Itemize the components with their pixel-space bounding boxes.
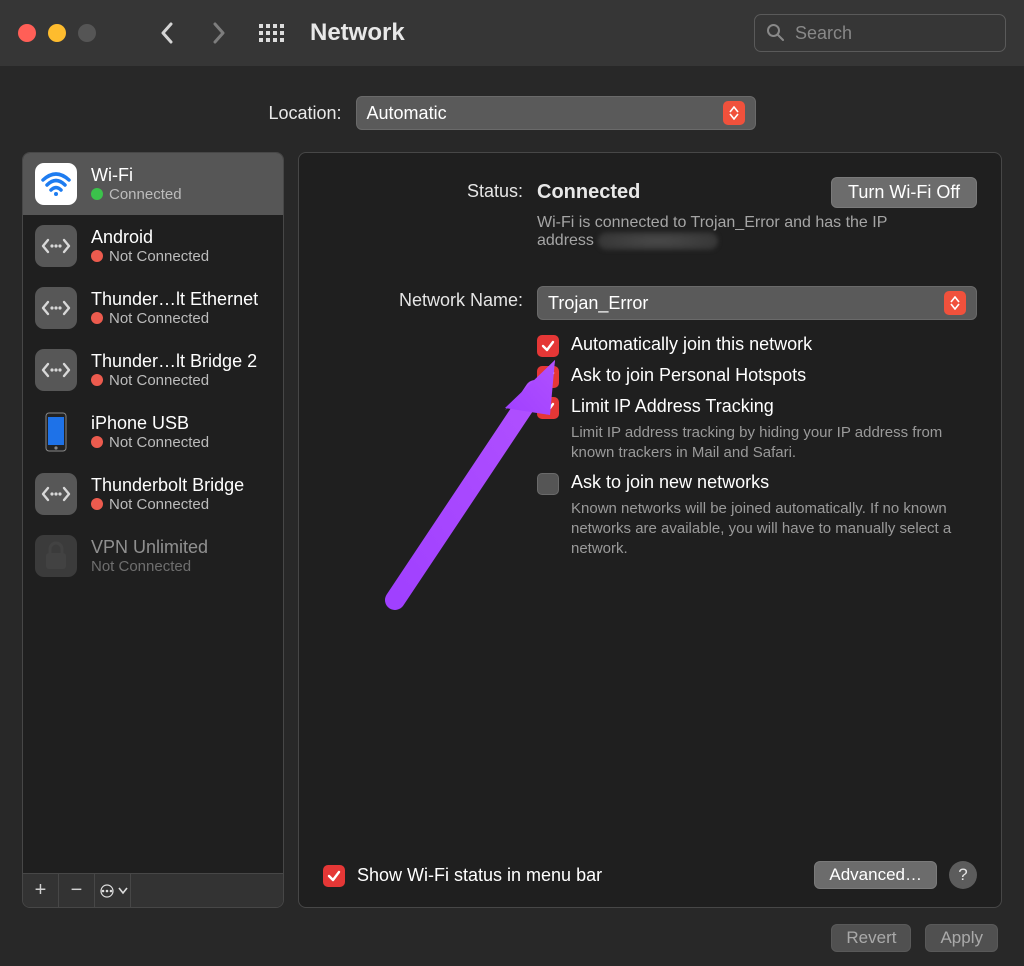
checkbox-sublabel: Known networks will be joined automatica… [571, 499, 971, 560]
window-toolbar: Network [0, 0, 1024, 66]
status-dot-icon [91, 188, 103, 200]
sidebar-item-status: Not Connected [91, 496, 244, 513]
sidebar-item-texts: Wi-FiConnected [91, 165, 182, 203]
forward-button[interactable] [202, 13, 236, 53]
sidebar-item-status: Not Connected [91, 310, 258, 327]
sidebar-item-name: Android [91, 227, 209, 248]
sidebar-item-iphone-usb[interactable]: iPhone USBNot Connected [23, 401, 283, 463]
remove-interface-button[interactable]: − [59, 874, 95, 907]
sidebar-item-vpn-unlimited[interactable]: VPN UnlimitedNot Connected [23, 525, 283, 587]
interface-list: Wi-FiConnectedAndroidNot ConnectedThunde… [23, 153, 283, 873]
checkbox[interactable] [537, 335, 559, 357]
checkbox-sublabel: Limit IP address tracking by hiding your… [571, 423, 971, 464]
status-dot-icon [91, 312, 103, 324]
location-row: Location: Automatic [22, 96, 1002, 130]
grid-icon [259, 24, 284, 42]
sidebar-toolbar-spacer [131, 874, 283, 907]
ether-icon [35, 287, 77, 329]
status-dot-icon [91, 250, 103, 262]
status-value: Connected [537, 181, 640, 204]
network-name-popup[interactable]: Trojan_Error [537, 286, 977, 320]
status-label: Status: [323, 177, 523, 202]
checkbox-label: Ask to join new networks [571, 472, 769, 493]
detail-panel: Status: Connected Turn Wi-Fi Off Wi-Fi i… [298, 152, 1002, 908]
option-ask-to-join-new-networks: Ask to join new networks [537, 472, 977, 495]
checkbox-label: Limit IP Address Tracking [571, 396, 774, 417]
traffic-lights [18, 24, 96, 42]
sidebar-item-name: VPN Unlimited [91, 537, 208, 558]
search-field-wrap [754, 14, 1006, 52]
interface-options-button[interactable] [95, 874, 131, 907]
location-value: Automatic [367, 103, 447, 124]
phone-icon [35, 411, 77, 453]
search-icon [766, 23, 784, 46]
option-limit-ip-address-tracking: Limit IP Address Tracking [537, 396, 977, 419]
sidebar-item-name: Thunderbolt Bridge [91, 475, 244, 496]
status-dot-icon [91, 436, 103, 448]
chevron-down-icon [118, 887, 128, 895]
wifi-toggle-button[interactable]: Turn Wi-Fi Off [831, 177, 977, 208]
sidebar-item-name: Thunder…lt Ethernet [91, 289, 258, 310]
dialog-footer: Revert Apply [22, 908, 1002, 952]
sidebar-item-texts: Thunder…lt EthernetNot Connected [91, 289, 258, 327]
option-automatically-join-this-network: Automatically join this network [537, 334, 977, 357]
close-window-button[interactable] [18, 24, 36, 42]
ether-icon [35, 225, 77, 267]
sidebar-item-name: Thunder…lt Bridge 2 [91, 351, 257, 372]
help-button[interactable]: ? [949, 861, 977, 889]
sidebar-item-thunderbolt-bridge[interactable]: Thunderbolt BridgeNot Connected [23, 463, 283, 525]
arrows-updown-icon [944, 291, 966, 315]
status-description: Wi-Fi is connected to Trojan_Error and h… [537, 214, 947, 250]
sidebar-item-name: iPhone USB [91, 413, 209, 434]
back-button[interactable] [150, 13, 184, 53]
ellipsis-chevron-icon [98, 884, 120, 898]
sidebar-item-android[interactable]: AndroidNot Connected [23, 215, 283, 277]
checkbox[interactable] [537, 397, 559, 419]
checkbox[interactable] [537, 473, 559, 495]
sidebar-item-name: Wi-Fi [91, 165, 182, 186]
ether-icon [35, 473, 77, 515]
network-name-value: Trojan_Error [548, 293, 648, 314]
search-input[interactable] [754, 14, 1006, 52]
arrows-updown-icon [723, 101, 745, 125]
checkbox-label: Ask to join Personal Hotspots [571, 365, 806, 386]
option-ask-to-join-personal-hotspots: Ask to join Personal Hotspots [537, 365, 977, 388]
network-name-label: Network Name: [323, 286, 523, 311]
sidebar-toolbar: + − [23, 873, 283, 907]
sidebar-item-status: Not Connected [91, 558, 208, 575]
sidebar-item-texts: Thunderbolt BridgeNot Connected [91, 475, 244, 513]
interface-sidebar: Wi-FiConnectedAndroidNot ConnectedThunde… [22, 152, 284, 908]
minimize-window-button[interactable] [48, 24, 66, 42]
location-popup[interactable]: Automatic [356, 96, 756, 130]
location-label: Location: [268, 103, 341, 124]
sidebar-item-wi-fi[interactable]: Wi-FiConnected [23, 153, 283, 215]
sidebar-item-thunder-lt-ethernet[interactable]: Thunder…lt EthernetNot Connected [23, 277, 283, 339]
window-title: Network [310, 19, 405, 47]
sidebar-item-texts: VPN UnlimitedNot Connected [91, 537, 208, 575]
add-interface-button[interactable]: + [23, 874, 59, 907]
sidebar-item-status: Not Connected [91, 434, 209, 451]
sidebar-item-texts: AndroidNot Connected [91, 227, 209, 265]
show-menubar-label: Show Wi-Fi status in menu bar [357, 865, 602, 886]
revert-button[interactable]: Revert [831, 924, 911, 952]
apply-button[interactable]: Apply [925, 924, 998, 952]
zoom-window-button[interactable] [78, 24, 96, 42]
sidebar-item-texts: Thunder…lt Bridge 2Not Connected [91, 351, 257, 389]
sidebar-item-status: Not Connected [91, 372, 257, 389]
sidebar-item-texts: iPhone USBNot Connected [91, 413, 209, 451]
ether-icon [35, 349, 77, 391]
ip-address-redacted [598, 232, 718, 250]
sidebar-item-thunder-lt-bridge-2[interactable]: Thunder…lt Bridge 2Not Connected [23, 339, 283, 401]
show-all-prefs-button[interactable] [254, 13, 288, 53]
sidebar-item-status: Connected [91, 186, 182, 203]
status-dot-icon [91, 498, 103, 510]
wifi-icon [35, 163, 77, 205]
sidebar-item-status: Not Connected [91, 248, 209, 265]
show-menubar-checkbox[interactable] [323, 865, 345, 887]
status-dot-icon [91, 374, 103, 386]
checkbox-label: Automatically join this network [571, 334, 812, 355]
advanced-button[interactable]: Advanced… [814, 861, 937, 889]
lock-icon [35, 535, 77, 577]
checkbox[interactable] [537, 366, 559, 388]
